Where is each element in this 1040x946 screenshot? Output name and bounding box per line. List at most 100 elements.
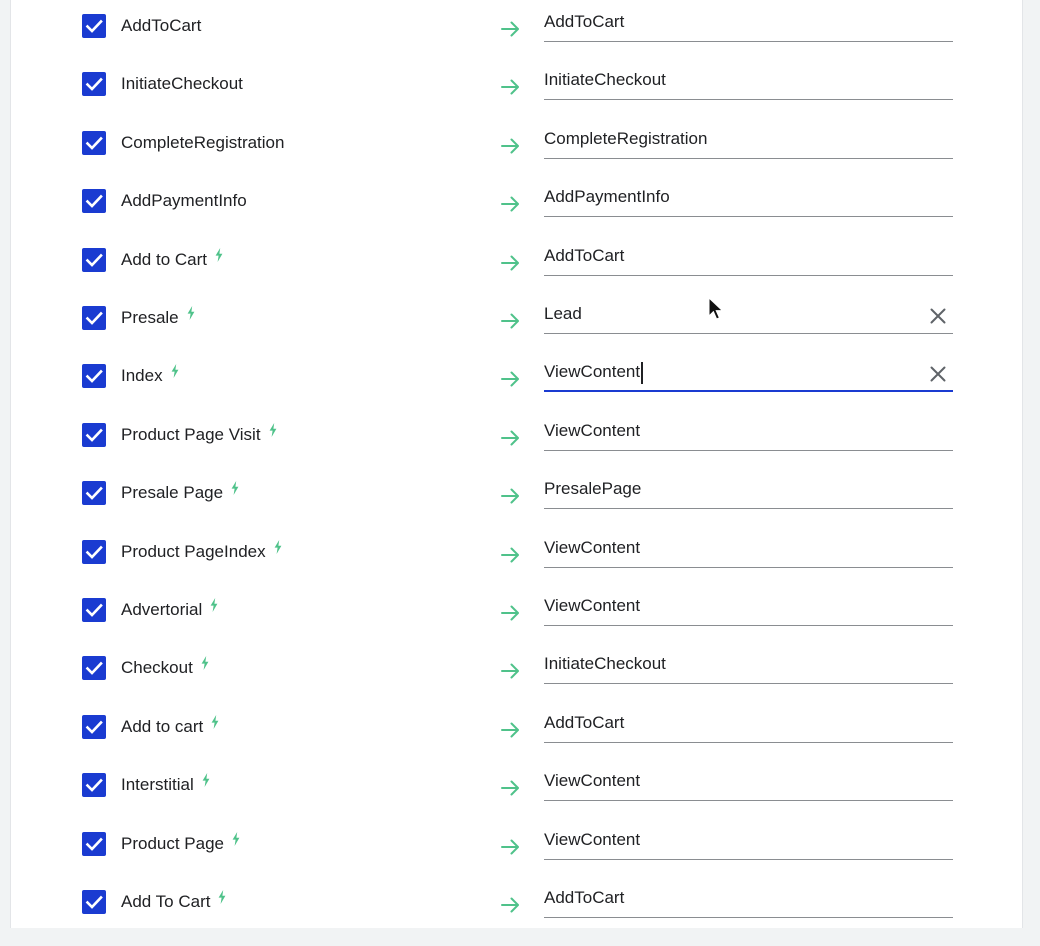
arrow-right-icon bbox=[499, 484, 523, 508]
mapping-checkbox[interactable] bbox=[82, 72, 106, 97]
arrow-right-icon bbox=[499, 835, 523, 859]
mapping-checkbox[interactable] bbox=[82, 831, 106, 856]
mapping-checkbox[interactable] bbox=[82, 189, 106, 214]
source-event-label: CompleteRegistration bbox=[121, 133, 284, 153]
mapping-row: Add To Cart bbox=[11, 886, 1024, 946]
target-event-field[interactable] bbox=[544, 765, 953, 802]
source-event-name: CompleteRegistration bbox=[121, 132, 285, 152]
arrow-right-icon bbox=[499, 718, 523, 742]
arrow-right-icon bbox=[499, 17, 523, 41]
mapping-row: Interstitial bbox=[11, 769, 1024, 829]
target-event-input[interactable] bbox=[544, 418, 914, 443]
source-event-name: InitiateCheckout bbox=[121, 74, 243, 94]
source-event-name: Index bbox=[121, 366, 163, 386]
target-event-field[interactable] bbox=[544, 882, 953, 918]
mapping-row: AddPaymentInfo bbox=[11, 185, 1024, 245]
source-event-name: AddPaymentInfo bbox=[121, 191, 247, 211]
source-event-name: Checkout bbox=[121, 658, 193, 678]
source-event-name: Add To Cart bbox=[121, 892, 211, 911]
source-event-label: InitiateCheckout bbox=[121, 74, 243, 94]
bolt-icon bbox=[210, 597, 218, 617]
source-event-label: Add to Cart bbox=[121, 247, 223, 270]
mapping-checkbox[interactable] bbox=[82, 364, 106, 389]
mapping-checkbox[interactable] bbox=[82, 130, 106, 155]
mapping-row: CompleteRegistration bbox=[11, 126, 1024, 187]
target-event-field[interactable] bbox=[544, 415, 953, 451]
source-event-label: Product Page Visit bbox=[121, 422, 277, 445]
target-event-input[interactable] bbox=[544, 477, 914, 502]
source-event-name: Add to cart bbox=[121, 716, 204, 736]
bolt-icon bbox=[274, 539, 282, 559]
target-event-input[interactable] bbox=[544, 360, 914, 385]
mapping-checkbox[interactable] bbox=[82, 247, 106, 272]
text-caret bbox=[641, 362, 643, 385]
target-event-field[interactable] bbox=[544, 648, 953, 685]
target-event-field[interactable] bbox=[544, 532, 953, 568]
target-event-field[interactable] bbox=[544, 240, 953, 276]
target-event-input[interactable] bbox=[544, 185, 914, 210]
source-event-label: Interstitial bbox=[121, 773, 210, 795]
source-event-name: Interstitial bbox=[121, 775, 194, 795]
target-event-field[interactable] bbox=[544, 123, 953, 159]
target-event-input[interactable] bbox=[544, 10, 914, 34]
source-event-name: Presale Page bbox=[121, 483, 224, 503]
mapping-checkbox[interactable] bbox=[82, 890, 106, 914]
target-event-field[interactable] bbox=[544, 64, 953, 101]
mapping-checkbox[interactable] bbox=[82, 539, 106, 564]
target-event-input[interactable] bbox=[544, 710, 914, 735]
target-event-input[interactable] bbox=[544, 594, 914, 618]
mapping-row: Advertorial bbox=[11, 594, 1024, 654]
bolt-icon bbox=[171, 363, 179, 383]
source-event-name: Advertorial bbox=[121, 600, 203, 619]
target-event-field[interactable] bbox=[544, 6, 953, 42]
source-event-name: Product Page bbox=[121, 833, 225, 853]
mapping-checkbox[interactable] bbox=[82, 422, 106, 447]
arrow-right-icon bbox=[499, 251, 523, 275]
bolt-icon bbox=[232, 831, 240, 851]
target-event-input[interactable] bbox=[544, 302, 914, 326]
mapping-checkbox[interactable] bbox=[82, 14, 106, 38]
mapping-row: Product Page bbox=[11, 827, 1024, 888]
source-event-name: AddToCart bbox=[121, 16, 202, 35]
source-event-name: Presale bbox=[121, 308, 179, 327]
target-event-field[interactable] bbox=[544, 181, 953, 218]
bolt-icon bbox=[201, 655, 209, 675]
mapping-checkbox[interactable] bbox=[82, 773, 106, 798]
bolt-icon bbox=[211, 714, 219, 734]
target-event-input[interactable] bbox=[544, 769, 914, 794]
bolt-icon bbox=[187, 305, 195, 325]
source-event-name: Product Page Visit bbox=[121, 424, 261, 444]
bolt-icon bbox=[218, 889, 226, 909]
mapping-row: Add to cart bbox=[11, 710, 1024, 771]
arrow-right-icon bbox=[499, 367, 523, 391]
target-event-input[interactable] bbox=[544, 68, 914, 93]
source-event-label: Product Page bbox=[121, 831, 240, 854]
arrow-right-icon bbox=[499, 309, 523, 333]
target-event-input[interactable] bbox=[544, 243, 914, 268]
mapping-checkbox[interactable] bbox=[82, 306, 106, 330]
mapping-row: Product Page Visit bbox=[11, 418, 1024, 479]
target-event-field[interactable] bbox=[544, 590, 953, 626]
source-event-label: Advertorial bbox=[121, 597, 218, 620]
target-event-input[interactable] bbox=[544, 827, 914, 852]
close-icon[interactable] bbox=[927, 363, 949, 385]
source-event-label: Presale Page bbox=[121, 480, 239, 503]
mapping-checkbox[interactable] bbox=[82, 714, 106, 739]
mapping-checkbox[interactable] bbox=[82, 656, 106, 681]
target-event-input[interactable] bbox=[544, 886, 914, 910]
mapping-checkbox[interactable] bbox=[82, 598, 106, 622]
bolt-icon bbox=[231, 480, 239, 500]
close-icon[interactable] bbox=[927, 305, 949, 327]
target-event-field[interactable] bbox=[544, 356, 953, 393]
mapping-row: Checkout bbox=[11, 652, 1024, 712]
mapping-checkbox[interactable] bbox=[82, 481, 106, 506]
target-event-input[interactable] bbox=[544, 652, 914, 677]
target-event-input[interactable] bbox=[544, 535, 914, 560]
target-event-field[interactable] bbox=[544, 298, 953, 334]
target-event-field[interactable] bbox=[544, 473, 953, 510]
source-event-label: AddPaymentInfo bbox=[121, 191, 247, 211]
target-event-field[interactable] bbox=[544, 707, 953, 743]
target-event-input[interactable] bbox=[544, 126, 914, 151]
source-event-name: Product PageIndex bbox=[121, 541, 266, 561]
target-event-field[interactable] bbox=[544, 824, 953, 860]
